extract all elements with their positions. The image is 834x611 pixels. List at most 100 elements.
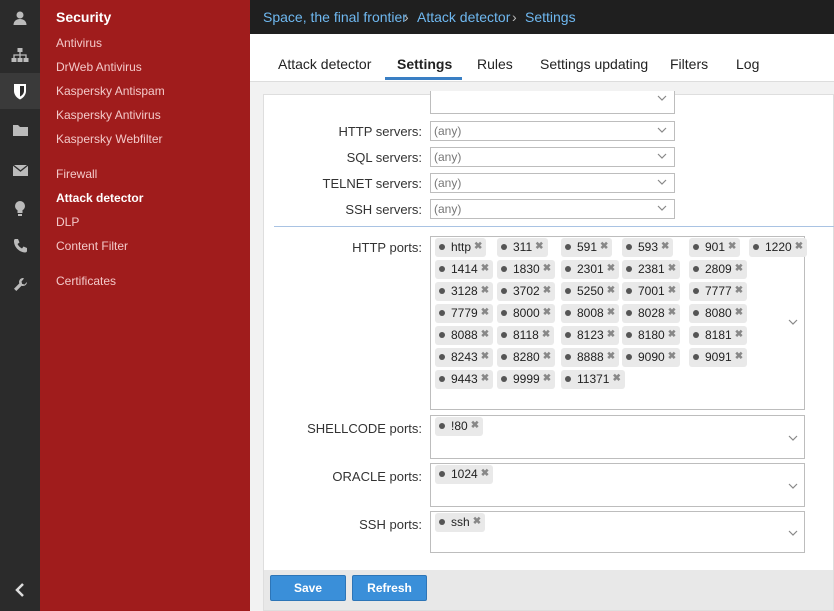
tag-bullet-icon [626,310,632,316]
sql-servers-select[interactable]: (any) [430,147,675,167]
sidebar-item-drweb-antivirus[interactable]: DrWeb Antivirus [56,60,142,74]
remove-tag-icon[interactable]: ✖ [735,329,743,340]
user-icon[interactable] [0,0,40,36]
tab-filters[interactable]: Filters [670,56,708,72]
remove-tag-icon[interactable]: ✖ [735,263,743,274]
oracle-ports-input[interactable]: 1024 ✖ [430,463,805,507]
remove-tag-icon[interactable]: ✖ [668,285,676,296]
port-tag: 1220 ✖ [749,238,808,257]
sidebar-item-firewall[interactable]: Firewall [56,167,97,181]
tag-bullet-icon [626,332,632,338]
port-tag-label: 7779 [451,306,478,320]
remove-tag-icon[interactable]: ✖ [481,468,489,479]
refresh-button[interactable]: Refresh [352,575,427,601]
tag-bullet-icon [693,354,699,360]
http-servers-label: HTTP servers: [338,124,422,139]
remove-tag-icon[interactable]: ✖ [535,241,543,252]
remove-tag-icon[interactable]: ✖ [795,241,803,252]
http-ports-input[interactable]: http ✖ 311 ✖ 591 ✖ 593 ✖ 901 ✖ 1220 ✖ 1414 ✖ 1830 ✖ 2301… [430,236,808,410]
sidebar-item-kaspersky-webfilter[interactable]: Kaspersky Webfilter [56,132,162,146]
remove-tag-icon[interactable]: ✖ [543,351,551,362]
remove-tag-icon[interactable]: ✖ [735,351,743,362]
phone-icon[interactable] [0,227,40,263]
tab-rules[interactable]: Rules [477,56,513,72]
remove-tag-icon[interactable]: ✖ [481,373,489,384]
collapse-icon[interactable] [0,572,40,608]
remove-tag-icon[interactable]: ✖ [607,285,615,296]
remove-tag-icon[interactable]: ✖ [481,329,489,340]
sidebar-item-kaspersky-antispam[interactable]: Kaspersky Antispam [56,84,165,98]
shellcode-ports-input[interactable]: !80 ✖ [430,415,805,459]
remove-tag-icon[interactable]: ✖ [542,329,550,340]
port-tag: 1830 ✖ [497,260,556,279]
remove-tag-icon[interactable]: ✖ [481,351,489,362]
ssh-ports-input[interactable]: ssh ✖ [430,511,805,553]
remove-tag-icon[interactable]: ✖ [668,263,676,274]
remove-tag-icon[interactable]: ✖ [607,263,615,274]
remove-tag-icon[interactable]: ✖ [661,241,669,252]
port-tag-label: 9091 [705,350,732,364]
chevron-down-icon [657,179,667,185]
breadcrumb-attack-detector[interactable]: Attack detector [417,9,510,25]
tag-bullet-icon [501,244,507,250]
port-tag-label: 5250 [577,284,604,298]
sidebar-item-antivirus[interactable]: Antivirus [56,36,102,50]
previous-server-select[interactable] [430,91,675,114]
remove-tag-icon[interactable]: ✖ [607,307,615,318]
remove-tag-icon[interactable]: ✖ [481,307,489,318]
remove-tag-icon[interactable]: ✖ [612,373,620,384]
tag-bullet-icon [501,288,507,294]
remove-tag-icon[interactable]: ✖ [735,285,743,296]
port-tag: 9091 ✖ [689,348,748,367]
remove-tag-icon[interactable]: ✖ [607,329,615,340]
port-tag-label: 7001 [638,284,665,298]
shield-icon[interactable] [0,73,40,109]
mail-icon[interactable] [0,152,40,188]
remove-tag-icon[interactable]: ✖ [481,285,489,296]
sidebar-item-attack-detector[interactable]: Attack detector [56,191,143,205]
remove-tag-icon[interactable]: ✖ [668,351,676,362]
lightbulb-icon[interactable] [0,190,40,226]
tab-log[interactable]: Log [736,56,759,72]
chevron-down-icon [788,319,798,325]
folder-icon[interactable] [0,112,40,148]
save-button[interactable]: Save [270,575,346,601]
remove-tag-icon[interactable]: ✖ [543,307,551,318]
remove-tag-icon[interactable]: ✖ [543,285,551,296]
sidebar-item-certificates[interactable]: Certificates [56,274,116,288]
remove-tag-icon[interactable]: ✖ [543,263,551,274]
remove-tag-icon[interactable]: ✖ [474,241,482,252]
http-servers-select[interactable]: (any) [430,121,675,141]
remove-tag-icon[interactable]: ✖ [668,329,676,340]
remove-tag-icon[interactable]: ✖ [600,241,608,252]
remove-tag-icon[interactable]: ✖ [735,307,743,318]
remove-tag-icon[interactable]: ✖ [471,420,479,431]
tab-settings-updating[interactable]: Settings updating [540,56,648,72]
sidebar-item-content-filter[interactable]: Content Filter [56,239,128,253]
port-tag: 8118 ✖ [497,326,555,345]
ssh-servers-select[interactable]: (any) [430,199,675,219]
tab-attack-detector[interactable]: Attack detector [278,56,371,72]
breadcrumb-root[interactable]: Space, the final frontier [263,9,407,25]
remove-tag-icon[interactable]: ✖ [543,373,551,384]
wrench-icon[interactable] [0,266,40,302]
remove-tag-icon[interactable]: ✖ [481,263,489,274]
port-tag: 8008 ✖ [561,304,620,323]
sidebar-item-kaspersky-antivirus[interactable]: Kaspersky Antivirus [56,108,161,122]
remove-tag-icon[interactable]: ✖ [473,516,481,527]
remove-tag-icon[interactable]: ✖ [607,351,615,362]
telnet-servers-select[interactable]: (any) [430,173,675,193]
sidebar-item-dlp[interactable]: DLP [56,215,79,229]
remove-tag-icon[interactable]: ✖ [728,241,736,252]
port-tag-label: 8028 [638,306,665,320]
tab-settings[interactable]: Settings [397,56,452,72]
tag-bullet-icon [693,244,699,250]
oracle-ports-label: ORACLE ports: [332,469,422,484]
remove-tag-icon[interactable]: ✖ [668,307,676,318]
network-icon[interactable] [0,37,40,73]
tag-bullet-icon [439,266,445,272]
port-tag: 593 ✖ [622,238,674,257]
shellcode-ports-label: SHELLCODE ports: [307,421,422,436]
tag-bullet-icon [439,423,445,429]
breadcrumb-settings[interactable]: Settings [525,9,576,25]
